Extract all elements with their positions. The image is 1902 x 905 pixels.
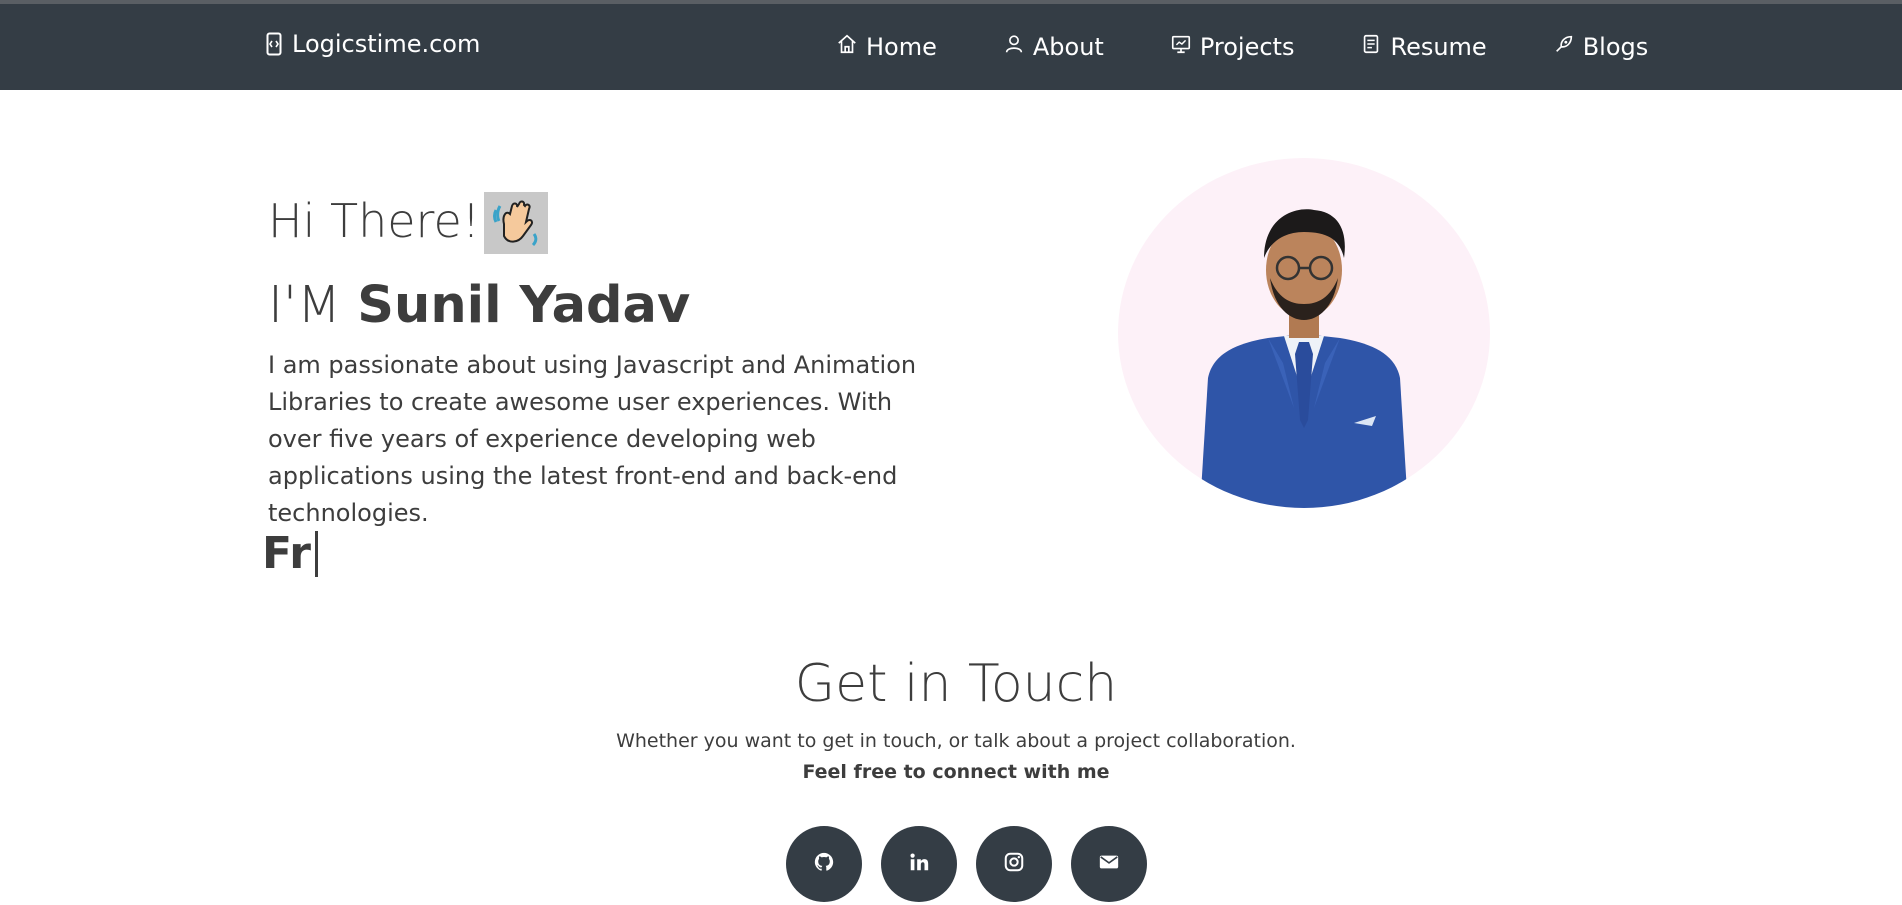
contact-subtitle: Whether you want to get in touch, or tal… xyxy=(616,730,1296,752)
github-icon xyxy=(813,851,835,877)
github-link[interactable] xyxy=(786,826,862,902)
navbar: Logicstime.com Home About Projects Resum… xyxy=(0,4,1902,90)
nav-item-projects[interactable]: Projects xyxy=(1170,28,1295,66)
brand-name: Logicstime.com xyxy=(292,30,481,58)
home-icon xyxy=(836,33,858,61)
nav-item-label: About xyxy=(1032,33,1104,61)
name-prefix: I'M xyxy=(268,276,342,335)
code-file-icon xyxy=(266,32,282,56)
profile-avatar xyxy=(1118,158,1490,508)
waving-hand-icon xyxy=(484,192,549,254)
nav-item-label: Projects xyxy=(1199,33,1295,61)
contact-title: Get in Touch xyxy=(794,654,1118,714)
linkedin-icon xyxy=(908,851,930,877)
contact-cta: Feel free to connect with me xyxy=(802,761,1110,783)
text-cursor xyxy=(314,530,318,577)
hero-greeting: Hi There! xyxy=(268,190,549,254)
nav-item-label: Resume xyxy=(1390,33,1487,61)
person-name: Sunil Yadav xyxy=(357,276,691,335)
nav-item-resume[interactable]: Resume xyxy=(1360,28,1487,66)
hero-description: I am passionate about using Javascript a… xyxy=(268,351,917,527)
nav-item-about[interactable]: About xyxy=(1003,28,1104,66)
brand-link[interactable]: Logicstime.com xyxy=(266,30,480,58)
email-icon xyxy=(1098,851,1120,877)
typewriter-text: Fr xyxy=(262,528,318,579)
linkedin-link[interactable] xyxy=(881,826,957,902)
instagram-link[interactable] xyxy=(976,826,1052,902)
social-links xyxy=(786,826,1147,902)
typed-text: Fr xyxy=(262,528,311,579)
document-icon xyxy=(1360,33,1382,61)
nav-item-label: Blogs xyxy=(1582,33,1649,61)
nav-item-home[interactable]: Home xyxy=(836,28,937,66)
greeting-text: Hi There! xyxy=(268,194,481,248)
hero-name: I'M Sunil Yadav xyxy=(268,276,690,335)
pen-icon xyxy=(1553,33,1575,61)
presentation-icon xyxy=(1170,33,1192,61)
user-icon xyxy=(1003,33,1025,61)
instagram-icon xyxy=(1003,851,1025,877)
email-link[interactable] xyxy=(1071,826,1147,902)
nav-item-label: Home xyxy=(866,33,937,61)
nav-menu: Home About Projects Resume Blogs xyxy=(836,28,1648,66)
nav-item-blogs[interactable]: Blogs xyxy=(1553,28,1649,66)
